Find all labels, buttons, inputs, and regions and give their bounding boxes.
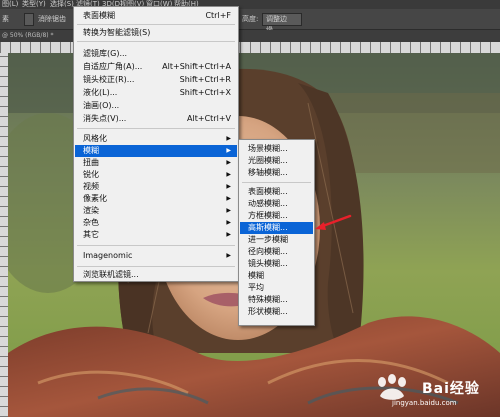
menu-item-filter-gallery[interactable]: 滤镜库(G)... [75,48,237,60]
menu-item-smart-filter[interactable]: 转换为智能滤镜(S) [75,27,237,39]
antialias-checkbox[interactable] [24,13,34,26]
submenu-item-shape-blur[interactable]: 形状模糊... [240,306,313,318]
menu-item-video[interactable]: 视频 ▶ [75,181,237,193]
submenu-item-average[interactable]: 平均 [240,282,313,294]
menu-item-browse-online[interactable]: 浏览联机滤镜... [75,269,237,281]
submenu-arrow-icon: ▶ [226,219,231,226]
menu-separator [77,128,235,129]
menu-item-oil-paint[interactable]: 油画(O)... [75,100,237,112]
submenu-item-box-blur[interactable]: 方框模糊... [240,210,313,222]
menu-separator [77,266,235,267]
menu-item-noise[interactable]: 杂色 ▶ [75,217,237,229]
submenu-item-blur[interactable]: 模糊 [240,270,313,282]
menu-item-render[interactable]: 渲染 ▶ [75,205,237,217]
menu-select[interactable]: 选择(S) [50,0,74,9]
submenu-item-iris-blur[interactable]: 光圈模糊... [240,155,313,167]
submenu-arrow-icon: ▶ [226,159,231,166]
menu-separator [77,245,235,246]
submenu-item-gaussian-blur[interactable]: 高斯模糊... [240,222,313,234]
submenu-arrow-icon: ▶ [226,135,231,142]
submenu-arrow-icon: ▶ [226,171,231,178]
edge-button[interactable]: 调整边缘... [262,13,302,34]
menu-item-liquify[interactable]: 液化(L)... Shift+Ctrl+X [75,87,237,99]
menu-separator [242,182,311,183]
menu-item-lens-correction[interactable]: 镜头校正(R)... Shift+Ctrl+R [75,74,237,86]
baidu-watermark: Bai经验 jingyan.baidu.com [372,372,496,412]
antialias-label: 消除锯齿 [38,15,66,23]
submenu-arrow-icon: ▶ [226,195,231,202]
menu-item-imagenomic[interactable]: Imagenomic ▶ [75,250,237,262]
menu-item-other[interactable]: 其它 ▶ [75,229,237,241]
menu-type[interactable]: 类型(Y) [22,0,46,9]
baidu-paw-icon [378,374,406,400]
submenu-item-blur-more[interactable]: 进一步模糊 [240,234,313,246]
watermark-url: jingyan.baidu.com [392,399,457,407]
submenu-arrow-icon: ▶ [226,147,231,154]
vertical-ruler [0,53,8,417]
submenu-arrow-icon: ▶ [226,252,231,259]
menu-item-blur[interactable]: 模糊 ▶ [75,145,237,157]
menu-item-stylize[interactable]: 风格化 ▶ [75,133,237,145]
menu-separator [77,24,235,25]
menu-separator [77,41,235,42]
submenu-item-surface-blur[interactable]: 表面模糊... [240,186,313,198]
submenu-arrow-icon: ▶ [226,183,231,190]
annotation-arrow-icon [315,214,352,230]
filter-menu: 表面模糊 Ctrl+F 转换为智能滤镜(S) 滤镜库(G)... 自适应广角(A)… [73,6,239,282]
submenu-item-tilt-shift[interactable]: 移轴模糊... [240,167,313,179]
document-tab-label: @ 50% (RGB/8) * [2,32,54,39]
options-left-label: 素 [2,15,9,23]
menu-item-adaptive-wide-angle[interactable]: 自适应广角(A)... Alt+Shift+Ctrl+A [75,61,237,73]
submenu-item-smart-blur[interactable]: 特殊模糊... [240,294,313,306]
submenu-item-radial-blur[interactable]: 径向模糊... [240,246,313,258]
submenu-item-motion-blur[interactable]: 动感模糊... [240,198,313,210]
submenu-arrow-icon: ▶ [226,207,231,214]
menu-item-distort[interactable]: 扭曲 ▶ [75,157,237,169]
submenu-item-field-blur[interactable]: 场景模糊... [240,143,313,155]
watermark-brand: Bai经验 [422,381,480,397]
menu-item-sharpen[interactable]: 锐化 ▶ [75,169,237,181]
blur-submenu: 场景模糊... 光圈模糊... 移轴模糊... 表面模糊... 动感模糊... … [238,139,315,326]
menu-item-last-filter[interactable]: 表面模糊 Ctrl+F [75,10,237,22]
menu-item-pixelate[interactable]: 像素化 ▶ [75,193,237,205]
menu-item-vanishing-point[interactable]: 消失点(V)... Alt+Ctrl+V [75,113,237,125]
submenu-item-lens-blur[interactable]: 镜头模糊... [240,258,313,270]
height-label: 高度: [242,15,259,23]
submenu-arrow-icon: ▶ [226,231,231,238]
menu-image[interactable]: 图(L) [2,0,18,9]
